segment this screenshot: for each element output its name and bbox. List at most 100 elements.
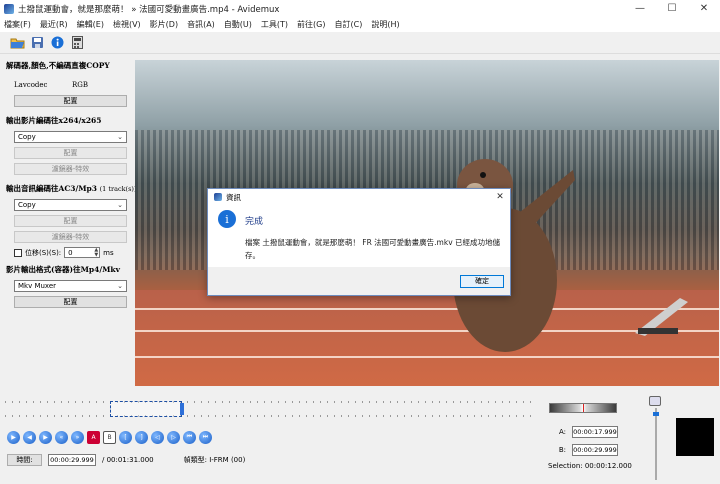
timeline-scrubber[interactable]	[5, 398, 535, 420]
menu-video[interactable]: 影片(D)	[150, 19, 178, 30]
playback-controls: ▶ ◀ ▶ « » A B [ ] ◁ ▷ ⏮ ⏭	[7, 429, 212, 445]
jog-shuttle-slider[interactable]	[549, 403, 617, 413]
video-filters-button[interactable]: 濾鏡器-特效	[14, 163, 127, 175]
shift-spinbox[interactable]: 0 ▲ ▼	[64, 247, 101, 258]
menu-file[interactable]: 檔案(F)	[4, 19, 31, 30]
timeline-ticks-bottom	[5, 415, 535, 417]
menu-go[interactable]: 前往(G)	[297, 19, 325, 30]
marker-panel: A: 00:00:17.999 B: 00:00:29.999 Selectio…	[548, 426, 632, 470]
open-folder-icon[interactable]	[10, 35, 25, 50]
left-settings-panel: 解碼器,顏色,不編碼直複COPY Lavcodec RGB 配置 輸出影片編碼往…	[0, 55, 137, 385]
video-output-heading: 輸出影片編碼往x264/x265	[6, 116, 102, 125]
shift-label: 位移(S)(S):	[25, 248, 62, 257]
decoder-config-button[interactable]: 配置	[14, 95, 127, 107]
jog-center-mark	[583, 404, 584, 412]
avidemux-icon	[214, 193, 222, 201]
audio-output-heading-text: 輸出音訊編碼往AC3/Mp3	[6, 184, 98, 193]
info-dialog: 資訊 ✕ i 完成 檔案 土撥鼠運動會，就是那麼萌！ FR 法國可愛動畫廣告.m…	[207, 188, 511, 296]
chevron-down-icon: ⌄	[117, 133, 123, 141]
avidemux-icon	[4, 3, 14, 14]
marker-a-label: A:	[558, 428, 566, 436]
menu-help[interactable]: 說明(H)	[371, 19, 399, 30]
calculator-icon[interactable]	[70, 35, 85, 50]
rewind-icon[interactable]: ◀	[23, 430, 36, 444]
menu-bar: 檔案(F) 最近(R) 編輯(E) 檢視(V) 影片(D) 音訊(A) 自動(U…	[0, 17, 720, 32]
marker-a-field[interactable]: 00:00:17.999	[572, 426, 618, 438]
window-title: 土撥鼠運動會，就是那麼萌！ » 法國可愛動畫廣告.mp4 - Avidemux	[18, 4, 280, 15]
menu-tools[interactable]: 工具(T)	[261, 19, 288, 30]
set-marker-a-icon[interactable]: A	[87, 430, 100, 444]
container-heading: 影片輸出格式(容器)往Mp4/Mkv	[6, 265, 120, 274]
info-icon[interactable]	[50, 35, 65, 50]
next-black-frame-icon[interactable]: ▷	[167, 430, 180, 444]
save-disk-icon[interactable]	[30, 35, 45, 50]
audio-codec-value: Copy	[18, 201, 36, 209]
muxer-value: Mkv Muxer	[18, 282, 57, 290]
chevron-down-icon: ⌄	[117, 201, 123, 209]
menu-edit[interactable]: 編輯(E)	[77, 19, 104, 30]
goto-first-frame-icon[interactable]: ⏮	[183, 430, 196, 444]
timeline-ticks-top	[5, 401, 535, 403]
audio-output-heading: 輸出音訊編碼往AC3/Mp3 (1 track(s))	[6, 183, 137, 194]
codec-label: Lavcodec	[14, 81, 48, 89]
codec-value: RGB	[72, 81, 89, 89]
shift-value: 0	[68, 248, 73, 257]
shift-unit: ms	[103, 248, 114, 257]
video-codec-select[interactable]: Copy ⌄	[14, 131, 127, 143]
audio-shift-row: 位移(S)(S): 0 ▲ ▼ ms	[14, 247, 128, 258]
ok-button[interactable]: 確定	[460, 274, 504, 288]
muxer-config-button[interactable]: 配置	[14, 296, 127, 308]
menu-view[interactable]: 檢視(V)	[113, 19, 141, 30]
speaker-icon[interactable]	[649, 396, 661, 406]
selection-duration: Selection: 00:00:12.000	[548, 462, 632, 470]
frame-type: 幀類型: I-FRM (00)	[183, 456, 246, 464]
dialog-body: i 完成 檔案 土撥鼠運動會，就是那麼萌！ FR 法國可愛動畫廣告.mkv 已經…	[208, 205, 510, 267]
audio-filters-button[interactable]: 濾鏡器-特效	[14, 231, 127, 243]
audio-config-button[interactable]: 配置	[14, 215, 127, 227]
ab-selection-range	[110, 401, 182, 417]
audio-codec-select[interactable]: Copy ⌄	[14, 199, 127, 211]
minimize-button[interactable]: —	[624, 0, 656, 17]
dialog-message: 檔案 土撥鼠運動會，就是那麼萌！ FR 法國可愛動畫廣告.mkv 已經成功地儲存…	[245, 238, 501, 260]
decoder-heading: 解碼器,顏色,不編碼直複COPY	[6, 61, 110, 70]
goto-last-frame-icon[interactable]: ⏭	[199, 430, 212, 444]
prev-black-frame-icon[interactable]: ◁	[151, 430, 164, 444]
audio-meter-display	[676, 418, 714, 456]
time-status-row: 時間: 00:00:29.999 / 00:01:31.000 幀類型: I-F…	[7, 454, 245, 466]
dialog-title: 資訊	[226, 192, 241, 202]
menu-auto[interactable]: 自動(U)	[224, 19, 252, 30]
menu-audio[interactable]: 音訊(A)	[187, 19, 215, 30]
volume-rail	[655, 408, 657, 480]
play-icon[interactable]: ▶	[7, 430, 20, 444]
spin-arrows-icon[interactable]: ▲ ▼	[94, 248, 98, 258]
prev-keyframe-icon[interactable]: «	[55, 430, 68, 444]
video-config-button[interactable]: 配置	[14, 147, 127, 159]
dialog-close-icon[interactable]: ✕	[490, 192, 510, 202]
next-keyframe-icon[interactable]: »	[71, 430, 84, 444]
menu-custom[interactable]: 自訂(C)	[335, 19, 363, 30]
muxer-select[interactable]: Mkv Muxer ⌄	[14, 280, 127, 292]
set-marker-b-icon[interactable]: B	[103, 430, 116, 444]
dialog-heading: 完成	[245, 217, 264, 227]
video-codec-value: Copy	[18, 133, 36, 141]
volume-slider[interactable]	[649, 396, 663, 482]
menu-recent[interactable]: 最近(R)	[40, 19, 68, 30]
shift-checkbox[interactable]	[14, 248, 22, 257]
chevron-down-icon: ⌄	[117, 282, 123, 290]
volume-handle[interactable]	[653, 412, 659, 416]
maximize-button[interactable]: ☐	[656, 0, 688, 17]
marker-b-field[interactable]: 00:00:29.999	[572, 444, 618, 456]
playhead-cursor[interactable]	[180, 403, 184, 415]
goto-marker-a-icon[interactable]: [	[119, 430, 132, 444]
dialog-title-bar: 資訊 ✕	[208, 189, 510, 205]
forward-icon[interactable]: ▶	[39, 430, 52, 444]
marker-b-row: B: 00:00:29.999	[548, 444, 632, 456]
close-button[interactable]: ✕	[688, 0, 720, 17]
dialog-footer: 確定	[208, 267, 510, 295]
goto-marker-b-icon[interactable]: ]	[135, 430, 148, 444]
info-icon: i	[218, 210, 236, 228]
current-time-field[interactable]: 00:00:29.999	[48, 454, 96, 466]
decoder-info: Lavcodec RGB	[14, 81, 128, 89]
marker-b-label: B:	[558, 446, 566, 454]
time-button[interactable]: 時間:	[7, 454, 42, 466]
